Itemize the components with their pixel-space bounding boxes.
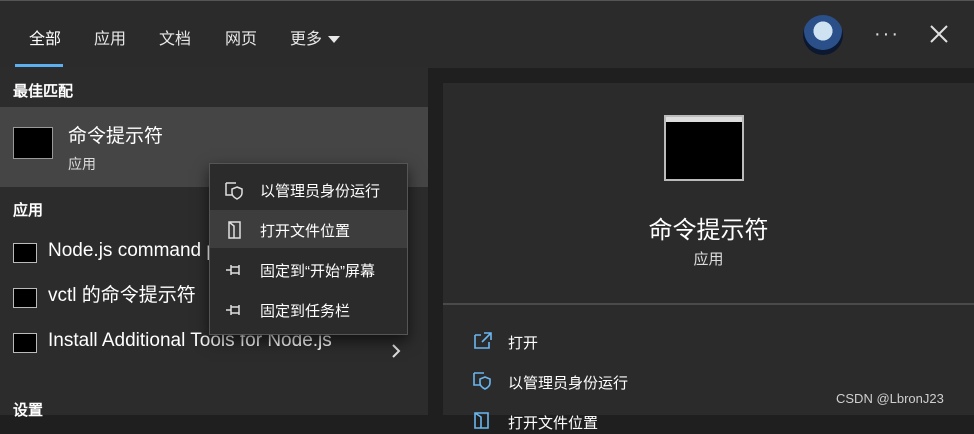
tab-web[interactable]: 网页 [225,25,257,49]
best-match-subtitle: 应用 [68,156,96,172]
tab-apps[interactable]: 应用 [94,25,126,49]
action-open-file-location[interactable]: 打开文件位置 [472,408,872,434]
action-label: 打开 [508,335,539,352]
folder-icon [474,412,489,429]
tab-more[interactable]: 更多 [290,25,341,49]
menu-item-open-file-location[interactable]: 打开文件位置 [210,210,407,248]
avatar[interactable] [803,15,843,55]
context-menu: 以管理员身份运行 打开文件位置 固定到“开始”屏幕 固定到任务栏 [209,163,408,335]
shield-icon [225,182,243,200]
menu-item-pin-to-taskbar[interactable]: 固定到任务栏 [210,290,407,328]
action-run-as-admin[interactable]: 以管理员身份运行 [472,368,872,394]
cmd-app-icon [13,243,37,263]
best-match-title: 命令提示符 [68,126,164,147]
cmd-app-icon [13,288,37,308]
watermark: CSDN @LbronJ23 [836,391,944,406]
detail-panel: 命令提示符 应用 打开 以管理员身份运行 打开文件位置 [443,83,974,432]
pin-icon [226,305,240,315]
action-label: 打开文件位置 [508,415,599,432]
detail-title: 命令提示符 [648,217,769,244]
folder-icon [228,221,241,239]
cmd-app-icon [664,115,744,181]
tab-all[interactable]: 全部 [29,25,61,49]
menu-item-run-as-admin[interactable]: 以管理员身份运行 [210,170,407,208]
tab-more-label: 更多 [290,31,323,48]
chevron-right-icon[interactable] [390,343,402,359]
section-apps: 应用 [13,202,44,219]
menu-item-label: 打开文件位置 [260,223,351,240]
close-icon[interactable] [928,23,950,45]
divider [443,303,974,305]
detail-subtitle: 应用 [693,251,724,268]
menu-item-label: 固定到“开始”屏幕 [260,263,375,280]
more-options-icon[interactable]: ··· [874,23,900,46]
action-open[interactable]: 打开 [472,328,872,354]
action-label: 以管理员身份运行 [508,375,629,392]
menu-item-label: 以管理员身份运行 [260,183,381,200]
section-best-match: 最佳匹配 [13,83,74,100]
menu-item-label: 固定到任务栏 [260,303,351,320]
cmd-app-icon [13,127,53,159]
app-result-label[interactable]: vctl 的命令提示符 [48,283,196,308]
tab-documents[interactable]: 文档 [159,25,191,49]
chevron-down-icon [328,36,341,44]
search-top-bar: 全部 应用 文档 网页 更多 ··· [0,0,974,68]
section-settings: 设置 [13,402,44,419]
open-icon [474,332,492,349]
shield-icon [473,372,491,390]
cmd-app-icon [13,333,37,353]
menu-item-pin-to-start[interactable]: 固定到“开始”屏幕 [210,250,407,288]
pin-icon [226,265,240,275]
